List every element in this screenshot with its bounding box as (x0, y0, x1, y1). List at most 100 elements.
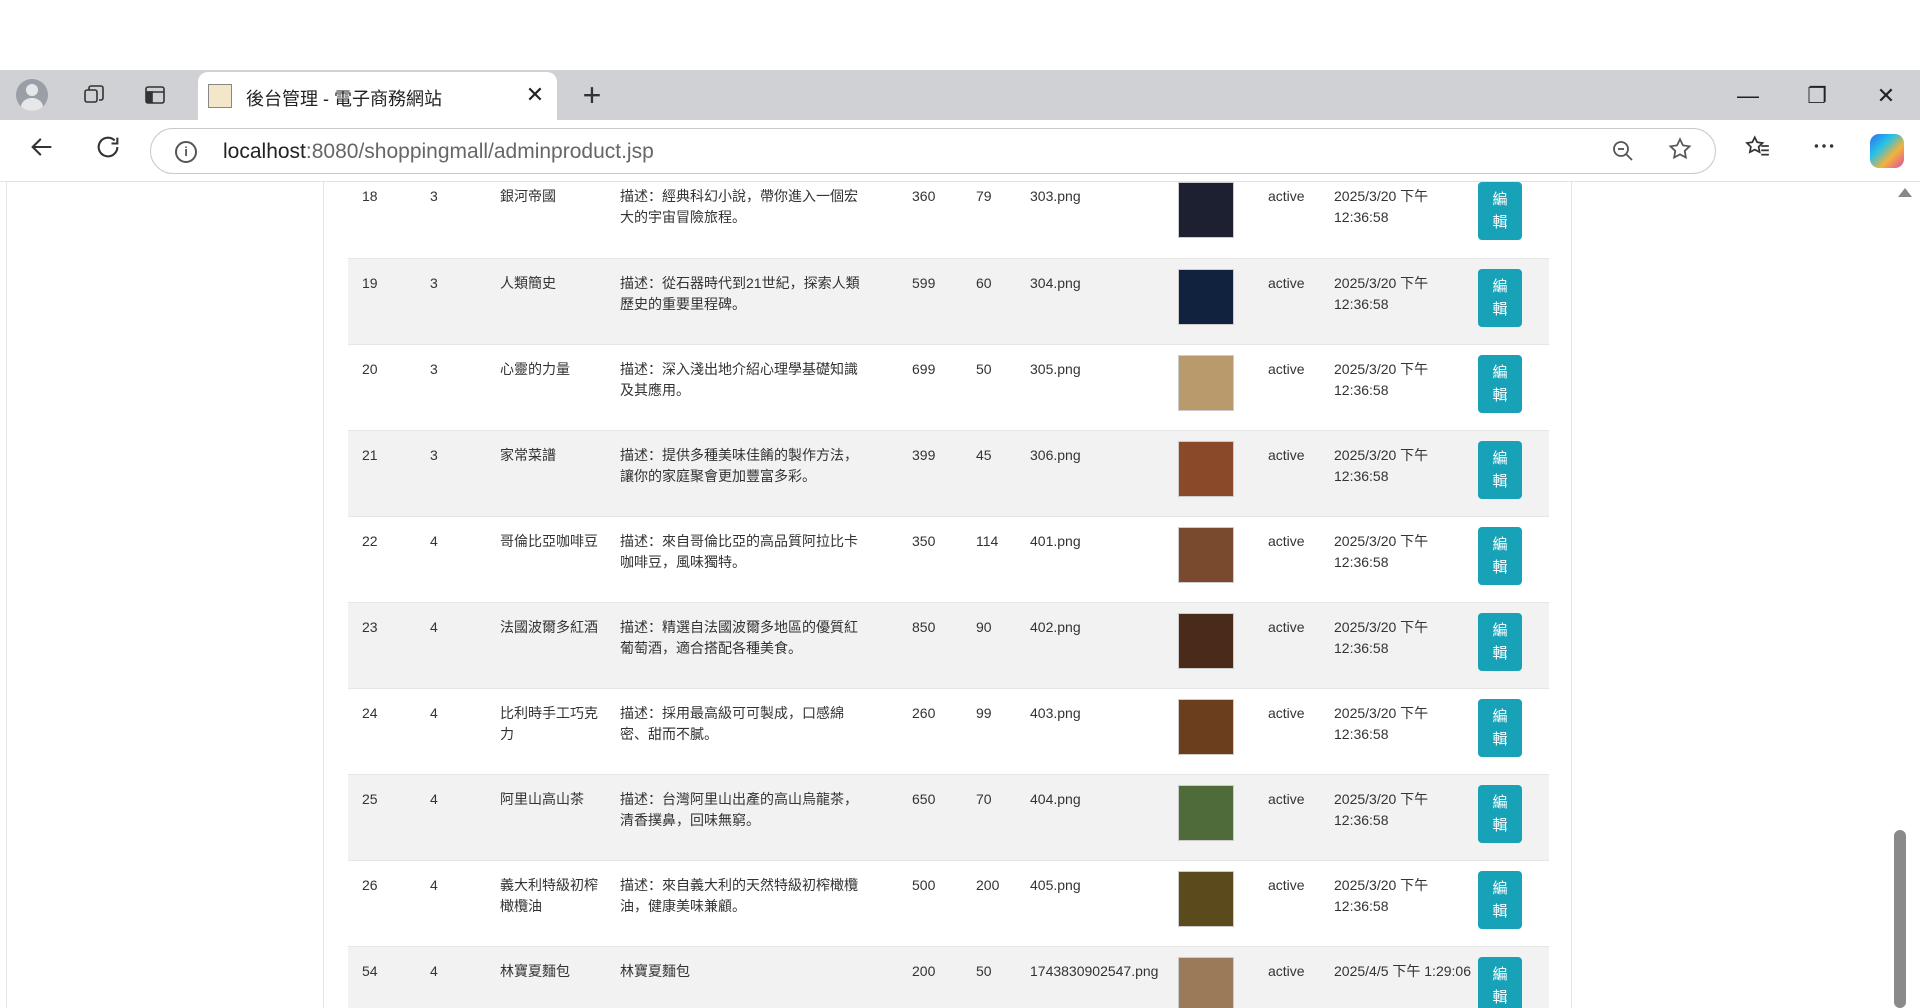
product-thumbnail (1178, 870, 1234, 927)
row-image-cell (1178, 516, 1268, 603)
product-thumbnail (1178, 956, 1234, 1008)
row-description-cell: 描述：提供多種美味佳餚的製作方法，讓你的家庭聚會更加豐富多彩。 (612, 430, 906, 517)
row-description-cell: 描述：精選自法國波爾多地區的優質紅葡萄酒，適合搭配各種美食。 (612, 602, 906, 689)
edit-button[interactable]: 編輯 (1478, 182, 1522, 240)
row-description-cell: 描述：經典科幻小說，帶你進入一個宏大的宇宙冒險旅程。 (612, 182, 906, 259)
address-bar-row: i localhost:8080/shoppingmall/adminprodu… (0, 120, 1920, 182)
scroll-thumb[interactable] (1894, 830, 1906, 1008)
row-category-cell: 4 (420, 946, 492, 1008)
row-image-cell (1178, 344, 1268, 431)
row-id-cell: 24 (348, 688, 420, 775)
row-filename-cell: 1743830902547.png (1024, 946, 1178, 1008)
row-filename-cell: 404.png (1024, 774, 1178, 861)
row-status-cell: active (1268, 688, 1334, 775)
row-stock-cell: 50 (970, 946, 1024, 1008)
row-time-cell: 2025/3/20 下午 12:36:58 (1334, 344, 1478, 431)
row-name-cell: 阿里山高山茶 (492, 774, 612, 861)
row-description-cell: 描述：來自義大利的天然特級初榨橄欖油，健康美味兼顧。 (612, 860, 906, 947)
table-row: 19 3 人類簡史 描述：從石器時代到21世紀，探索人類歷史的重要里程碑。 599 60 3… (348, 258, 1549, 345)
row-name-cell: 人類簡史 (492, 258, 612, 345)
row-id-cell: 23 (348, 602, 420, 689)
edit-button[interactable]: 編輯 (1478, 870, 1522, 929)
row-id-cell: 21 (348, 430, 420, 517)
row-filename-cell: 303.png (1024, 182, 1178, 259)
tab-admin[interactable]: 後台管理 - 電子商務網站 ✕ (198, 72, 557, 120)
row-filename-cell: 402.png (1024, 602, 1178, 689)
row-filename-cell: 405.png (1024, 860, 1178, 947)
close-window-button[interactable]: ✕ (1866, 78, 1906, 114)
row-price-cell: 500 (906, 860, 970, 947)
table-row: 54 4 林寶夏麵包 林寶夏麵包 200 50 1743830902547.png activ… (348, 946, 1549, 1008)
row-image-cell (1178, 430, 1268, 517)
url-path: :8080/shoppingmall/adminproduct.jsp (305, 140, 654, 163)
profile-avatar-icon[interactable] (16, 79, 48, 111)
edit-button[interactable]: 編輯 (1478, 354, 1522, 413)
row-price-cell: 850 (906, 602, 970, 689)
product-thumbnail (1178, 784, 1234, 841)
row-time-cell: 2025/3/20 下午 12:36:58 (1334, 430, 1478, 517)
edit-button[interactable]: 編輯 (1478, 440, 1522, 499)
row-id-cell: 25 (348, 774, 420, 861)
row-action-cell: 編輯 (1478, 344, 1549, 431)
row-category-cell: 4 (420, 516, 492, 603)
table-row: 23 4 法國波爾多紅酒 描述：精選自法國波爾多地區的優質紅葡萄酒，適合搭配各種美食。… (348, 602, 1549, 689)
new-tab-button[interactable]: + (574, 78, 610, 114)
row-price-cell: 200 (906, 946, 970, 1008)
row-time-cell: 2025/3/20 下午 12:36:58 (1334, 860, 1478, 947)
row-filename-cell: 403.png (1024, 688, 1178, 775)
table-row: 25 4 阿里山高山茶 描述：台灣阿里山出產的高山烏龍茶，清香撲鼻，回味無窮。 650 7… (348, 774, 1549, 861)
back-arrow-icon[interactable] (24, 133, 60, 169)
row-image-cell (1178, 258, 1268, 345)
row-stock-cell: 90 (970, 602, 1024, 689)
row-stock-cell: 60 (970, 258, 1024, 345)
row-image-cell (1178, 602, 1268, 689)
table-row: 24 4 比利時手工巧克力 描述：採用最高級可可製成，口感綿密、甜而不膩。 260 99 4… (348, 688, 1549, 775)
zoom-out-icon[interactable] (1611, 139, 1635, 169)
row-price-cell: 699 (906, 344, 970, 431)
workspaces-icon[interactable] (78, 79, 110, 111)
url-input[interactable]: i localhost:8080/shoppingmall/adminprodu… (150, 128, 1716, 174)
scroll-up-arrow-icon[interactable] (1898, 188, 1912, 197)
row-image-cell (1178, 774, 1268, 861)
edit-button[interactable]: 編輯 (1478, 784, 1522, 843)
row-image-cell (1178, 182, 1268, 259)
row-name-cell: 法國波爾多紅酒 (492, 602, 612, 689)
row-filename-cell: 401.png (1024, 516, 1178, 603)
row-description-cell: 描述：台灣阿里山出產的高山烏龍茶，清香撲鼻，回味無窮。 (612, 774, 906, 861)
reload-icon[interactable] (90, 133, 126, 169)
row-description-cell: 林寶夏麵包 (612, 946, 906, 1008)
row-price-cell: 399 (906, 430, 970, 517)
row-status-cell: active (1268, 430, 1334, 517)
edit-button[interactable]: 編輯 (1478, 526, 1522, 585)
row-price-cell: 650 (906, 774, 970, 861)
row-status-cell: active (1268, 602, 1334, 689)
site-info-icon[interactable]: i (175, 141, 197, 163)
more-menu-icon[interactable] (1806, 133, 1842, 169)
row-id-cell: 18 (348, 182, 420, 259)
tab-close-icon[interactable]: ✕ (521, 81, 549, 109)
row-stock-cell: 200 (970, 860, 1024, 947)
row-price-cell: 350 (906, 516, 970, 603)
row-price-cell: 260 (906, 688, 970, 775)
edit-button[interactable]: 編輯 (1478, 612, 1522, 671)
row-image-cell (1178, 946, 1268, 1008)
edit-button[interactable]: 編輯 (1478, 956, 1522, 1008)
row-status-cell: active (1268, 182, 1334, 259)
url-text: localhost:8080/shoppingmall/adminproduct… (223, 140, 654, 164)
row-image-cell (1178, 860, 1268, 947)
row-status-cell: active (1268, 860, 1334, 947)
vertical-tabs-icon[interactable] (139, 79, 171, 111)
row-name-cell: 比利時手工巧克力 (492, 688, 612, 775)
edit-button[interactable]: 編輯 (1478, 268, 1522, 327)
minimize-button[interactable]: — (1728, 78, 1768, 114)
table-row: 26 4 義大利特級初榨橄欖油 描述：來自義大利的天然特級初榨橄欖油，健康美味兼顧。 5… (348, 860, 1549, 947)
page-scrollbar[interactable] (1890, 182, 1920, 1008)
favorites-list-icon[interactable] (1740, 133, 1776, 169)
row-name-cell: 心靈的力量 (492, 344, 612, 431)
copilot-icon[interactable] (1870, 134, 1904, 168)
edit-button[interactable]: 編輯 (1478, 698, 1522, 757)
url-host: localhost (223, 140, 306, 163)
row-id-cell: 22 (348, 516, 420, 603)
favorite-star-icon[interactable] (1667, 136, 1693, 169)
restore-button[interactable]: ❐ (1797, 78, 1837, 114)
